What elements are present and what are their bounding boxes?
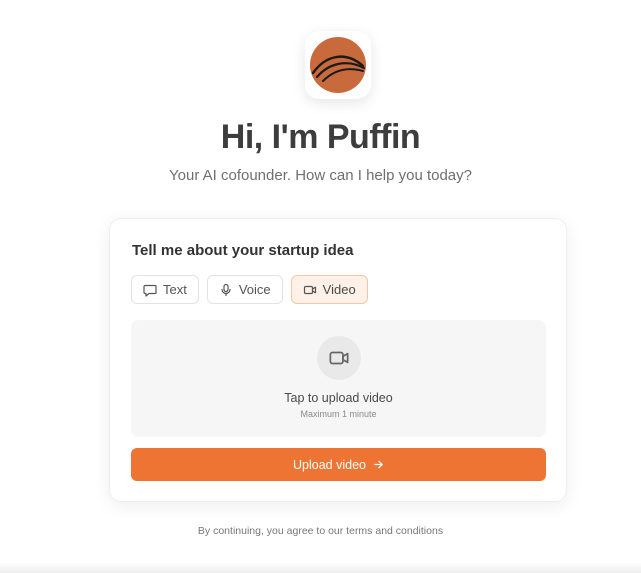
tab-voice[interactable]: Voice xyxy=(206,275,283,304)
page-subtitle: Your AI cofounder. How can I help you to… xyxy=(169,167,472,184)
video-camera-icon xyxy=(303,285,316,294)
tab-video[interactable]: Video xyxy=(290,275,368,304)
video-camera-icon xyxy=(329,351,349,365)
upload-video-button[interactable]: Upload video xyxy=(131,448,546,481)
tab-text-label: Text xyxy=(163,282,187,297)
card-title: Tell me about your startup idea xyxy=(132,242,354,259)
microphone-icon xyxy=(221,283,231,296)
arrow-right-icon xyxy=(374,460,383,469)
tab-video-label: Video xyxy=(322,282,356,297)
upload-button-label: Upload video xyxy=(293,457,366,472)
app-logo xyxy=(305,31,371,99)
upload-hint: Maximum 1 minute xyxy=(300,409,377,419)
tab-voice-label: Voice xyxy=(238,282,271,297)
bottom-edge-shadow xyxy=(0,562,641,573)
upload-icon-circle xyxy=(317,336,361,380)
tab-text[interactable]: Text xyxy=(131,275,199,304)
upload-label: Tap to upload video xyxy=(284,391,393,405)
video-upload-dropzone[interactable]: Tap to upload video Maximum 1 minute xyxy=(131,320,546,437)
message-icon xyxy=(143,284,157,297)
idea-input-card: Tell me about your startup idea Text Voi… xyxy=(109,218,567,502)
page-title: Hi, I'm Puffin xyxy=(220,118,421,156)
input-mode-tabs: Text Voice Video xyxy=(131,275,368,304)
terms-notice: By continuing, you agree to our terms an… xyxy=(197,525,444,537)
puffin-logo-icon xyxy=(310,37,366,93)
